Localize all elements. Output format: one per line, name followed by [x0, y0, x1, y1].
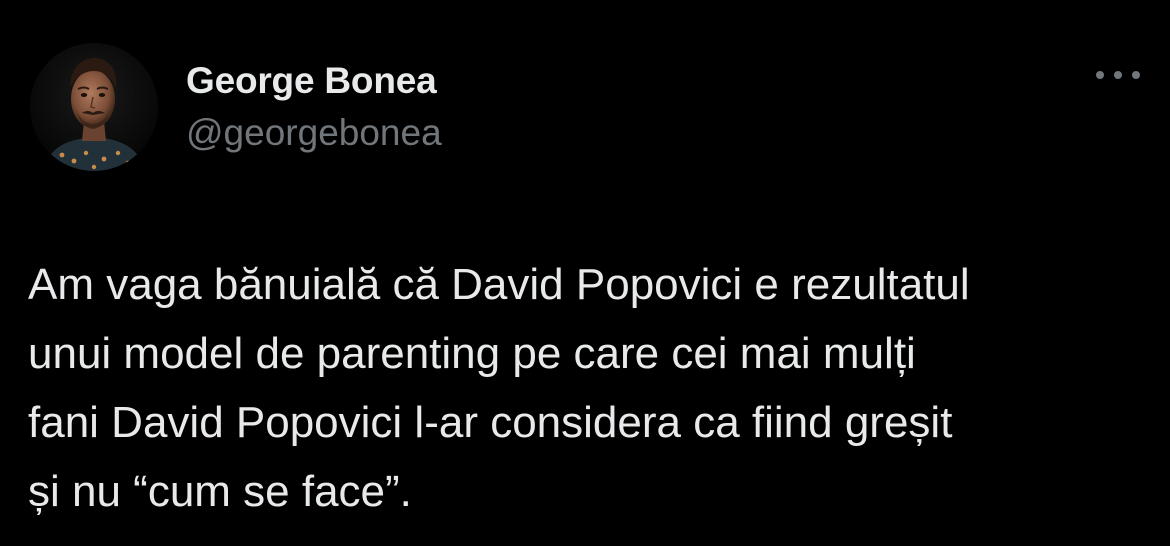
more-dot [1114, 71, 1122, 79]
user-info: George Bonea @georgebonea [186, 58, 442, 156]
tweet-text: Am vaga bănuială că David Popovici e rez… [28, 260, 970, 516]
tweet-card: George Bonea @georgebonea Am vaga bănuia… [0, 0, 1170, 546]
more-dot [1132, 71, 1140, 79]
more-dot [1096, 71, 1104, 79]
avatar[interactable] [30, 43, 158, 171]
more-horizontal-icon[interactable] [1096, 62, 1140, 88]
display-name[interactable]: George Bonea [186, 58, 442, 104]
tweet-header: George Bonea @georgebonea [30, 42, 442, 172]
avatar-photo [30, 43, 158, 171]
user-handle[interactable]: @georgebonea [186, 110, 442, 156]
